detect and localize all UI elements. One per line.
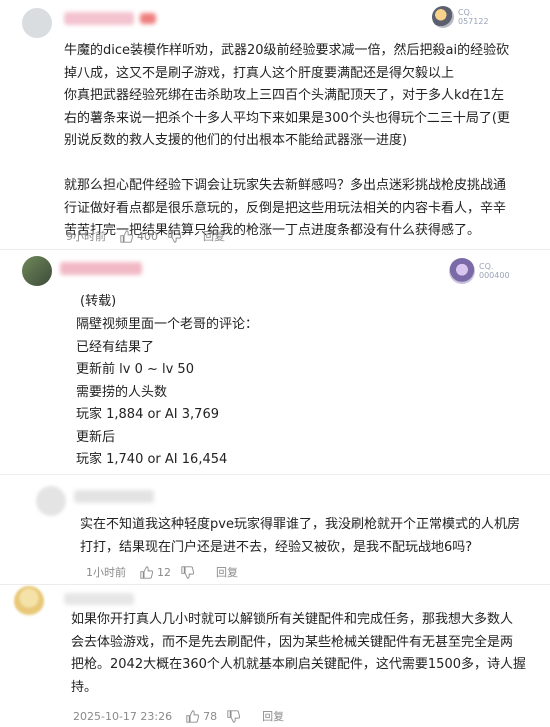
text-line: 更新后 bbox=[76, 429, 116, 445]
timestamp: 9小时前 bbox=[66, 230, 106, 243]
text-line: 把枪。2042大概在360个人机就基本刷启关键配件，这代需要1500多，诗人握 bbox=[71, 657, 526, 672]
thumbs-up-icon bbox=[186, 709, 200, 723]
username[interactable] bbox=[64, 593, 134, 605]
text-line: 玩家 1,884 or AI 3,769 bbox=[76, 407, 219, 422]
divider bbox=[0, 249, 550, 250]
like-button[interactable]: 78 bbox=[186, 710, 217, 723]
divider bbox=[0, 584, 550, 585]
text-line: 实在不知道我这种轻度pve玩家得罪谁了，我没刷枪就开个正常模式的人机房 bbox=[80, 517, 520, 532]
text-line: 你真把武器经验死绑在击杀助攻上三四百个头满配顶天了，对于多人kd在1左 bbox=[64, 88, 505, 103]
fan-badge-icon bbox=[432, 6, 454, 28]
avatar[interactable] bbox=[22, 8, 52, 38]
timestamp: 1小时前 bbox=[86, 566, 126, 579]
text-line: 如果你开打真人几小时就可以解锁所有关键配件和完成任务，那我想大多数人 bbox=[71, 612, 514, 627]
like-count: 400 bbox=[137, 229, 158, 243]
text-line: 右的薯条来说一把杀个十多人平均下来如果是300个头也得玩个二三十局了(更 bbox=[64, 110, 510, 126]
avatar[interactable] bbox=[36, 486, 66, 516]
thumbs-up-icon bbox=[120, 229, 133, 243]
divider bbox=[0, 474, 550, 475]
text-line: 会去体验游戏，而不是先去刷配件，因为某些枪械关键配件有无甚至完全是两 bbox=[71, 634, 514, 650]
like-button[interactable]: 400 bbox=[120, 230, 158, 243]
avatar[interactable] bbox=[22, 256, 52, 286]
text-line bbox=[64, 153, 510, 176]
dislike-button[interactable] bbox=[181, 565, 198, 579]
text-line: (转载) bbox=[80, 294, 117, 309]
reply-button[interactable]: 回复 bbox=[262, 708, 284, 724]
comment-meta: 9小时前 400 回复 bbox=[66, 228, 225, 244]
text-line: 更新前 lv 0 ~ lv 50 bbox=[76, 362, 194, 377]
comment-text: (转载) bbox=[80, 291, 116, 314]
text-line: 别说反数的救人支援的他们的付出根本不能给武器涨一进度) bbox=[64, 133, 408, 148]
like-count: 12 bbox=[157, 565, 171, 579]
text-line: 持。 bbox=[71, 679, 98, 695]
fan-badge: CQ. 000400 bbox=[449, 258, 510, 284]
reply-button[interactable]: 回复 bbox=[203, 228, 225, 244]
text-line: 已经有结果了 bbox=[76, 339, 155, 355]
like-count: 78 bbox=[203, 709, 218, 723]
text-line: 行证做好看点都是很乐意玩的，反倒是把这些用玩法相关的内容卡看人，辛辛 bbox=[64, 200, 507, 216]
badge-line2: 057122 bbox=[458, 17, 489, 26]
fan-badge: CQ. 057122 bbox=[432, 6, 489, 28]
timestamp: 2025-10-17 23:26 bbox=[73, 709, 173, 723]
user-level-badge bbox=[140, 13, 156, 24]
like-button[interactable]: 12 bbox=[140, 566, 171, 579]
text-line: 隔壁视频里面一个老哥的评论： bbox=[76, 317, 259, 332]
text-line: 牛魔的dice装模作样听劝，武器20级前经验要求减一倍，然后把殺ai的经验砍 bbox=[64, 43, 510, 58]
username[interactable] bbox=[60, 262, 142, 275]
fan-badge-icon bbox=[449, 258, 475, 284]
text-line: 掉八成，这又不是刷子游戏，打真人这个肝度要满配还是得欠毅以上 bbox=[64, 65, 455, 81]
thumbs-down-icon bbox=[181, 565, 194, 579]
username[interactable] bbox=[64, 12, 134, 25]
thumbs-up-icon bbox=[140, 565, 153, 579]
username[interactable] bbox=[74, 490, 154, 503]
comment-text: 牛魔的dice装模作样听劝，武器20级前经验要求减一倍，然后把殺ai的经验砍 掉… bbox=[64, 40, 510, 243]
reply-button[interactable]: 回复 bbox=[216, 564, 238, 580]
thumbs-down-icon bbox=[227, 709, 241, 723]
dislike-button[interactable] bbox=[168, 229, 185, 243]
text-line: 玩家 1,740 or AI 16,454 bbox=[76, 452, 228, 467]
badge-line2: 000400 bbox=[479, 271, 510, 280]
badge-line1: CQ. bbox=[479, 262, 494, 271]
text-line: 打打，结果现在门户还是进不去，经验又被砍，是我不配玩战地6吗? bbox=[80, 539, 473, 555]
comment-text: 如果你开打真人几小时就可以解锁所有关键配件和完成任务，那我想大多数人 会去体验游… bbox=[71, 609, 526, 699]
text-line: 就那么担心配件经验下调会让玩家失去新鲜感吗？多出点迷彩挑战枪皮挑战通 bbox=[64, 178, 507, 193]
comment-meta: 1小时前 12 回复 bbox=[86, 564, 238, 580]
comment-text: 实在不知道我这种轻度pve玩家得罪谁了，我没刷枪就开个正常模式的人机房 打打，结… bbox=[80, 514, 520, 559]
comment-meta: 2025-10-17 23:26 78 回复 bbox=[73, 708, 284, 724]
badge-line1: CQ. bbox=[458, 8, 473, 17]
thumbs-down-icon bbox=[168, 229, 181, 243]
avatar[interactable] bbox=[14, 586, 44, 616]
comment-text: 隔壁视频里面一个老哥的评论： 已经有结果了 更新前 lv 0 ~ lv 50 需… bbox=[76, 314, 258, 472]
dislike-button[interactable] bbox=[227, 709, 244, 723]
text-line: 需要捞的人头数 bbox=[76, 384, 168, 400]
